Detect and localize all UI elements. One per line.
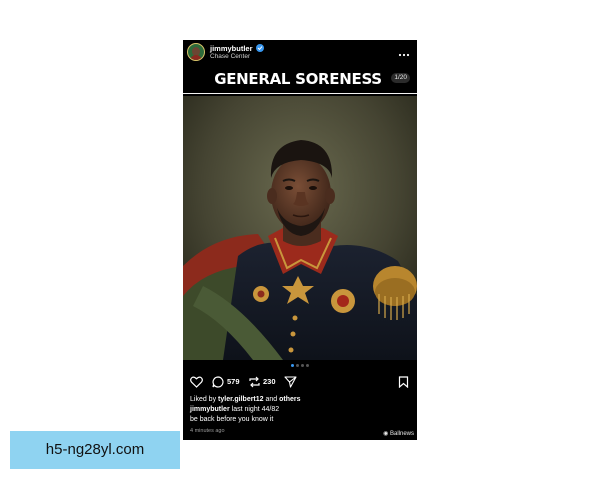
caption-text: last night 44/82 (231, 406, 280, 413)
send-icon[interactable] (284, 375, 297, 393)
liked-by-user[interactable]: tyler.gilbert12 (218, 396, 264, 403)
caption-username[interactable]: jimmybutler (190, 406, 230, 413)
post-username[interactable]: jimmybutler (210, 44, 253, 53)
carousel-dot (291, 364, 294, 367)
url-label-text: h5-ng28yl.com (45, 441, 145, 458)
liked-by-and: and (265, 396, 278, 403)
slide-counter: 1/20 (391, 73, 410, 83)
instagram-post: jimmybutler Chase Center GENERAL SORENES… (183, 40, 417, 440)
heart-icon[interactable] (190, 375, 203, 393)
repost-icon[interactable] (248, 375, 261, 393)
post-location[interactable]: Chase Center (210, 53, 250, 61)
title-banner: GENERAL SORENESS 1/20 (183, 64, 417, 94)
post-timestamp: 4 minutes ago (190, 428, 225, 434)
verified-badge-icon (256, 44, 264, 52)
carousel-dot (301, 364, 304, 367)
carousel-dot (296, 364, 299, 367)
caption-line-2: be back before you know it (190, 416, 274, 423)
watermark: ◉ Ballnews (383, 430, 414, 438)
carousel-dot (306, 364, 309, 367)
screen: jimmybutler Chase Center GENERAL SORENES… (0, 0, 600, 480)
post-image[interactable] (183, 96, 417, 360)
caption-line: jimmybutler last night 44/82 (190, 405, 279, 414)
comment-bubble-icon[interactable] (212, 375, 224, 393)
comment-count[interactable]: 579 (227, 377, 240, 387)
url-label: h5-ng28yl.com (10, 431, 180, 469)
post-header: jimmybutler Chase Center (183, 40, 417, 64)
carousel-indicator (183, 364, 417, 370)
post-title: GENERAL SORENESS (214, 70, 382, 88)
weibo-icon: ◉ (383, 431, 389, 437)
liked-by-others[interactable]: others (279, 396, 300, 403)
repost-count[interactable]: 230 (263, 377, 276, 387)
liked-by-line: Liked by tyler.gilbert12 and others (190, 395, 301, 404)
liked-by-prefix: Liked by (190, 396, 217, 403)
action-bar: 579 230 (183, 373, 417, 391)
avatar[interactable] (187, 43, 205, 61)
bookmark-icon[interactable] (398, 375, 409, 393)
watermark-text: Ballnews (389, 431, 414, 437)
more-options-icon[interactable] (397, 46, 411, 57)
